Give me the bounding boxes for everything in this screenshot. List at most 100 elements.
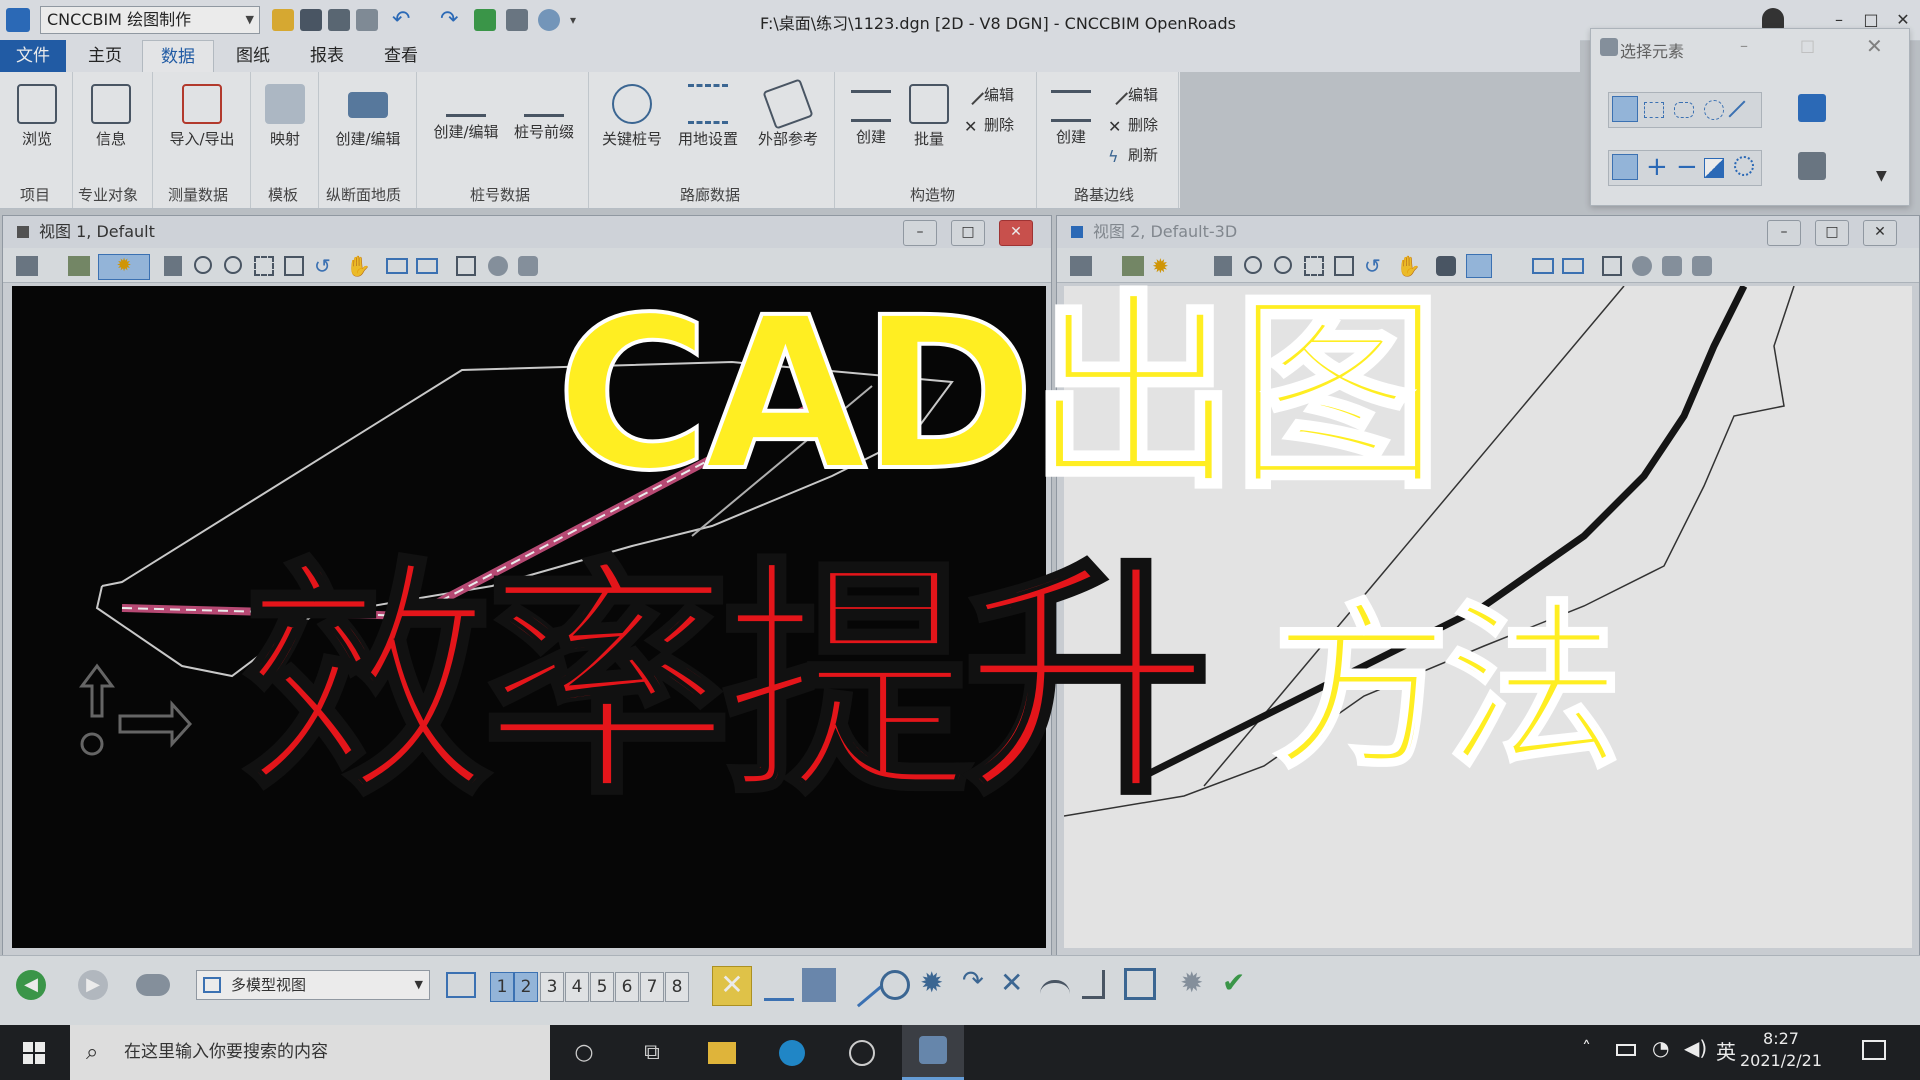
obs-icon[interactable] [840, 1033, 884, 1073]
snap-toggle-icon[interactable]: ✕ [712, 966, 752, 1006]
block-select-icon[interactable] [1644, 102, 1664, 118]
snap-perpendicular-icon[interactable] [1082, 970, 1105, 999]
view-2-maximize-button[interactable]: □ [1815, 220, 1849, 246]
save-icon[interactable] [300, 9, 322, 31]
subgrade-edit-button[interactable]: 编辑 [1103, 80, 1158, 106]
previous-view-icon[interactable] [1532, 258, 1554, 274]
view-1-maximize-button[interactable]: □ [951, 220, 985, 246]
undo-icon[interactable]: ↶ [392, 9, 414, 31]
settings-gear-icon[interactable]: ✹ [1180, 966, 1203, 999]
display-style-icon[interactable] [68, 256, 90, 276]
customize-icon[interactable]: ▾ [570, 9, 592, 31]
forward-icon[interactable]: ▶ [78, 970, 108, 1000]
view-1-minimize-button[interactable]: – [903, 220, 937, 246]
check-icon[interactable]: ✔ [1222, 966, 1245, 999]
structure-edit-button[interactable]: 编辑 [959, 80, 1014, 106]
cortana-icon[interactable]: ○ [562, 1033, 606, 1073]
panel-close-button[interactable]: ✕ [1866, 34, 1883, 58]
key-station-button[interactable]: 关键桩号 [596, 80, 668, 149]
shape-select-icon[interactable] [1674, 102, 1694, 118]
view-groups-icon[interactable] [446, 972, 476, 998]
task-view-icon[interactable]: ⧉ [630, 1033, 674, 1073]
window-area-icon[interactable] [254, 256, 274, 276]
snap-box-icon[interactable] [1124, 968, 1156, 1000]
lighting-icon[interactable]: ✹ [98, 254, 150, 280]
view-number-3[interactable]: 3 [540, 972, 564, 1002]
subgrade-create-button[interactable]: 创建 [1040, 80, 1102, 147]
view-attributes-icon[interactable] [16, 256, 38, 276]
update-icon[interactable] [164, 256, 182, 276]
workspace-select[interactable]: CNCCBIM 绘图制作 ▼ [40, 6, 260, 34]
clear-selection-icon[interactable] [1798, 94, 1826, 122]
external-ref-button[interactable]: 外部参考 [752, 78, 824, 149]
view-number-2[interactable]: 2 [514, 972, 538, 1002]
pan-view-icon[interactable]: ✋ [346, 254, 371, 278]
station-create-edit-button[interactable]: 创建/编辑 [424, 80, 508, 142]
view-2-minimize-button[interactable]: – [1767, 220, 1801, 246]
save-all-icon[interactable] [328, 9, 350, 31]
snap-icon[interactable] [764, 972, 794, 1001]
view-number-7[interactable]: 7 [640, 972, 664, 1002]
next-view-icon[interactable] [1562, 258, 1584, 274]
open-icon[interactable] [272, 9, 294, 31]
show-hidden-icons[interactable]: ˄ [1582, 1038, 1591, 1059]
tab-data[interactable]: 数据 [142, 40, 214, 73]
individual-select-icon[interactable] [1612, 96, 1638, 122]
tab-view[interactable]: 查看 [366, 40, 436, 72]
snap-center-icon[interactable] [880, 970, 910, 1000]
circle-select-icon[interactable] [1704, 100, 1724, 120]
invert-selection-icon[interactable] [1704, 158, 1724, 178]
info-button[interactable]: 信息 [80, 80, 142, 149]
network-icon[interactable]: ◔ [1652, 1036, 1669, 1060]
zoom-in-icon[interactable] [194, 256, 212, 274]
notification-icon[interactable] [1862, 1040, 1886, 1060]
ime-indicator[interactable]: 英 [1716, 1036, 1736, 1065]
map-button[interactable]: 映射 [254, 80, 316, 149]
clip-volume-icon[interactable] [488, 256, 508, 276]
camera-icon[interactable] [1466, 254, 1492, 278]
structure-delete-button[interactable]: ✕ 删除 [964, 114, 1014, 135]
view-number-6[interactable]: 6 [615, 972, 639, 1002]
subtract-selection-icon[interactable]: − [1676, 150, 1698, 184]
snap-intersection-icon[interactable]: ✕ [1000, 966, 1023, 999]
rotate-view-icon[interactable]: ↺ [314, 254, 331, 278]
station-prefix-button[interactable]: 桩号前缀 [508, 80, 580, 142]
display-mode-icon[interactable] [136, 974, 170, 996]
tab-drawings[interactable]: 图纸 [218, 40, 288, 72]
render-icon[interactable] [1692, 256, 1712, 276]
back-icon[interactable]: ◀ [16, 970, 46, 1000]
battery-icon[interactable] [1616, 1044, 1636, 1056]
panel-minimize-button[interactable]: – [1740, 36, 1748, 55]
copy-view-icon[interactable] [1602, 256, 1622, 276]
zoom-out-icon[interactable] [224, 256, 242, 274]
user-icon[interactable] [1762, 8, 1784, 30]
openroads-app-icon[interactable] [902, 1025, 964, 1080]
clip-volume-icon[interactable] [1632, 256, 1652, 276]
print-icon[interactable] [506, 9, 528, 31]
structure-create-button[interactable]: 创建 [840, 80, 902, 147]
previous-view-icon[interactable] [386, 258, 408, 274]
clip-mask-icon[interactable] [518, 256, 538, 276]
copy-view-icon[interactable] [456, 256, 476, 276]
menu-file[interactable]: 文件 [0, 40, 66, 72]
taskbar-search-input[interactable]: ⌕ 在这里输入你要搜索的内容 [70, 1025, 550, 1080]
snap-arc-icon[interactable]: ↷ [962, 966, 984, 996]
view-number-8[interactable]: 8 [665, 972, 689, 1002]
select-element-icon[interactable] [1798, 152, 1826, 180]
subgrade-delete-button[interactable]: ✕ 删除 [1108, 114, 1158, 135]
pin-icon[interactable] [474, 9, 496, 31]
subgrade-refresh-button[interactable]: ϟ 刷新 [1108, 144, 1158, 165]
panel-expand-icon[interactable]: ▼ [1876, 168, 1887, 184]
view-1-close-button[interactable]: ✕ [999, 220, 1033, 246]
select-all-icon[interactable] [1734, 156, 1754, 176]
panel-maximize-button[interactable]: □ [1800, 36, 1815, 55]
clip-mask-icon[interactable] [1662, 256, 1682, 276]
view-number-4[interactable]: 4 [565, 972, 589, 1002]
windows-start-icon[interactable] [12, 1033, 56, 1073]
snap-origin-icon[interactable]: ✹ [920, 966, 943, 999]
batch-button[interactable]: 批量 [898, 80, 960, 149]
next-view-icon[interactable] [416, 258, 438, 274]
volume-icon[interactable]: ◀) [1684, 1036, 1707, 1060]
walk-icon[interactable] [1436, 256, 1456, 276]
tab-home[interactable]: 主页 [70, 40, 140, 72]
